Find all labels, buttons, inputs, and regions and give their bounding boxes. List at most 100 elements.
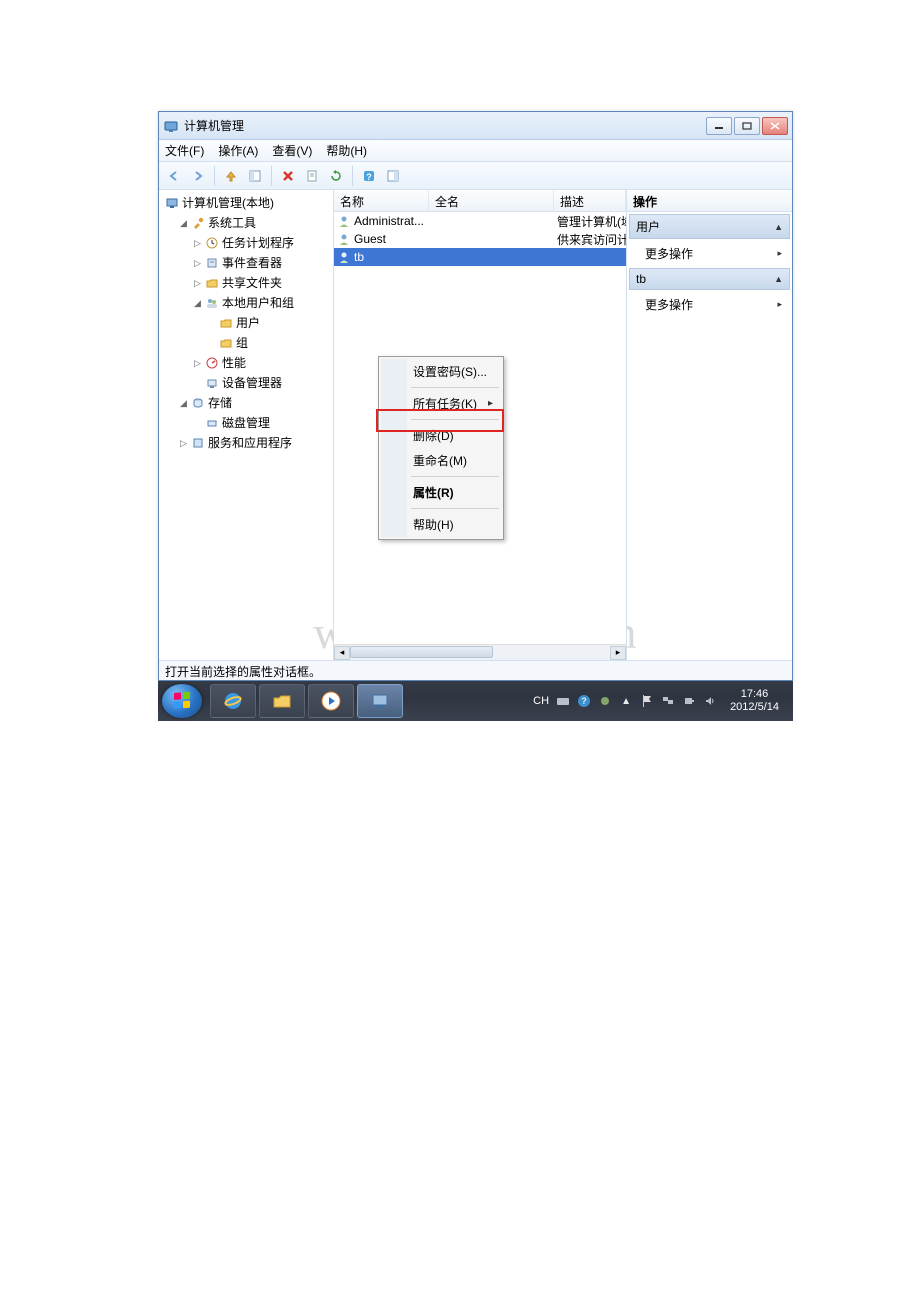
folder-icon [219, 336, 233, 350]
submenu-arrow-icon: ▸ [488, 398, 493, 409]
scroll-thumb[interactable] [350, 646, 493, 658]
up-button[interactable] [220, 165, 242, 187]
help-tray-icon[interactable]: ? [577, 694, 591, 708]
collapse-icon: ▲ [774, 274, 783, 284]
menubar: 文件(F) 操作(A) 查看(V) 帮助(H) [159, 140, 792, 162]
taskbar: CH ? ▲ 17:46 2012/5/14 [158, 681, 793, 721]
collapse-icon: ◢ [193, 299, 202, 308]
keyboard-icon[interactable] [556, 694, 570, 708]
tree-device-manager[interactable]: 设备管理器 [191, 373, 331, 393]
tree-users[interactable]: 用户 [205, 313, 331, 333]
scroll-left-button[interactable]: ◂ [334, 646, 350, 660]
expand-icon: ▷ [193, 259, 202, 268]
menu-help[interactable]: 帮助(H) [326, 142, 367, 159]
navigation-tree[interactable]: 计算机管理(本地) ◢系统工具 ▷任务计划程序 ▷事件查看器 ▷共享文件夹 [159, 190, 334, 660]
ctx-delete[interactable]: 删除(D) [381, 423, 501, 448]
submenu-arrow-icon: ▸ [777, 248, 782, 259]
ctx-rename[interactable]: 重命名(M) [381, 448, 501, 473]
tree-label: 任务计划程序 [222, 234, 294, 252]
tree-root-label: 计算机管理(本地) [182, 194, 274, 212]
taskbar-compmgmt[interactable] [357, 684, 403, 718]
tree-performance[interactable]: ▷性能 [191, 353, 331, 373]
tree-storage[interactable]: ◢存储 [177, 393, 331, 413]
tree-disk-management[interactable]: 磁盘管理 [191, 413, 331, 433]
tree-local-users-groups[interactable]: ◢ 本地用户和组 [191, 293, 331, 313]
maximize-button[interactable] [734, 117, 760, 135]
minimize-button[interactable] [706, 117, 732, 135]
list-row-tb[interactable]: tb [334, 248, 626, 266]
volume-icon[interactable] [703, 694, 717, 708]
show-hidden-icons[interactable]: ▲ [619, 694, 633, 708]
list-row-administrator[interactable]: Administrat... 管理计算机(域 [334, 212, 626, 230]
taskbar-explorer[interactable] [259, 684, 305, 718]
action-more-tb[interactable]: 更多操作 ▸ [627, 292, 792, 317]
delete-button[interactable] [277, 165, 299, 187]
section-label: 用户 [636, 218, 660, 235]
taskbar-wmplayer[interactable] [308, 684, 354, 718]
back-button[interactable] [163, 165, 185, 187]
disk-icon [205, 416, 219, 430]
action-pane-button[interactable] [382, 165, 404, 187]
system-tray: CH ? ▲ 17:46 2012/5/14 [533, 688, 789, 714]
clock[interactable]: 17:46 2012/5/14 [724, 688, 785, 714]
power-icon[interactable] [682, 694, 696, 708]
action-label: 更多操作 [645, 296, 693, 313]
start-button[interactable] [162, 684, 202, 718]
ime-indicator[interactable]: CH [533, 695, 549, 707]
column-fullname[interactable]: 全名 [429, 190, 554, 211]
list-row-guest[interactable]: Guest 供来宾访问计 [334, 230, 626, 248]
properties-button[interactable] [301, 165, 323, 187]
tree-event-viewer[interactable]: ▷事件查看器 [191, 253, 331, 273]
ctx-properties[interactable]: 属性(R) [381, 480, 501, 505]
menu-file[interactable]: 文件(F) [165, 142, 204, 159]
tree-shared-folders[interactable]: ▷共享文件夹 [191, 273, 331, 293]
column-description[interactable]: 描述 [554, 190, 626, 211]
tree-label: 服务和应用程序 [208, 434, 292, 452]
tree-label: 设备管理器 [222, 374, 282, 392]
storage-icon [191, 396, 205, 410]
collapse-icon: ◢ [179, 219, 188, 228]
tree-label: 共享文件夹 [222, 274, 282, 292]
refresh-button[interactable] [325, 165, 347, 187]
show-hide-tree-button[interactable] [244, 165, 266, 187]
options-tray-icon[interactable] [598, 694, 612, 708]
ctx-label: 属性(R) [413, 484, 454, 501]
tree-services-apps[interactable]: ▷服务和应用程序 [177, 433, 331, 453]
tree-label: 磁盘管理 [222, 414, 270, 432]
menu-view[interactable]: 查看(V) [272, 142, 312, 159]
forward-button[interactable] [187, 165, 209, 187]
tools-icon [191, 216, 205, 230]
scroll-right-button[interactable]: ▸ [610, 646, 626, 660]
ctx-set-password[interactable]: 设置密码(S)... [381, 359, 501, 384]
user-name: Guest [354, 232, 386, 246]
column-name[interactable]: 名称 [334, 190, 429, 211]
flag-icon[interactable] [640, 694, 654, 708]
user-icon [337, 232, 351, 246]
tree-task-scheduler[interactable]: ▷任务计划程序 [191, 233, 331, 253]
help-button[interactable]: ? [358, 165, 380, 187]
close-button[interactable] [762, 117, 788, 135]
taskbar-ie[interactable] [210, 684, 256, 718]
tree-label: 用户 [236, 314, 260, 332]
user-desc: 管理计算机(域 [554, 213, 626, 230]
services-icon [191, 436, 205, 450]
action-section-tb[interactable]: tb ▲ [629, 268, 790, 290]
tree-groups[interactable]: 组 [205, 333, 331, 353]
action-more-users[interactable]: 更多操作 ▸ [627, 241, 792, 266]
user-desc: 供来宾访问计 [554, 231, 626, 248]
svg-text:?: ? [581, 696, 587, 706]
ctx-all-tasks[interactable]: 所有任务(K)▸ [381, 391, 501, 416]
tree-label: 性能 [222, 354, 246, 372]
tree-root[interactable]: 计算机管理(本地) [163, 193, 331, 213]
tree-system-tools[interactable]: ◢系统工具 [177, 213, 331, 233]
action-section-users[interactable]: 用户 ▲ [629, 214, 790, 239]
ctx-help[interactable]: 帮助(H) [381, 512, 501, 537]
folder-icon [219, 316, 233, 330]
tree-label: 组 [236, 334, 248, 352]
action-pane-header: 操作 [627, 190, 792, 212]
menu-action[interactable]: 操作(A) [218, 142, 258, 159]
horizontal-scrollbar[interactable]: ◂ ▸ [334, 644, 626, 660]
tree-label: 本地用户和组 [222, 294, 294, 312]
app-icon [163, 118, 179, 134]
network-icon[interactable] [661, 694, 675, 708]
